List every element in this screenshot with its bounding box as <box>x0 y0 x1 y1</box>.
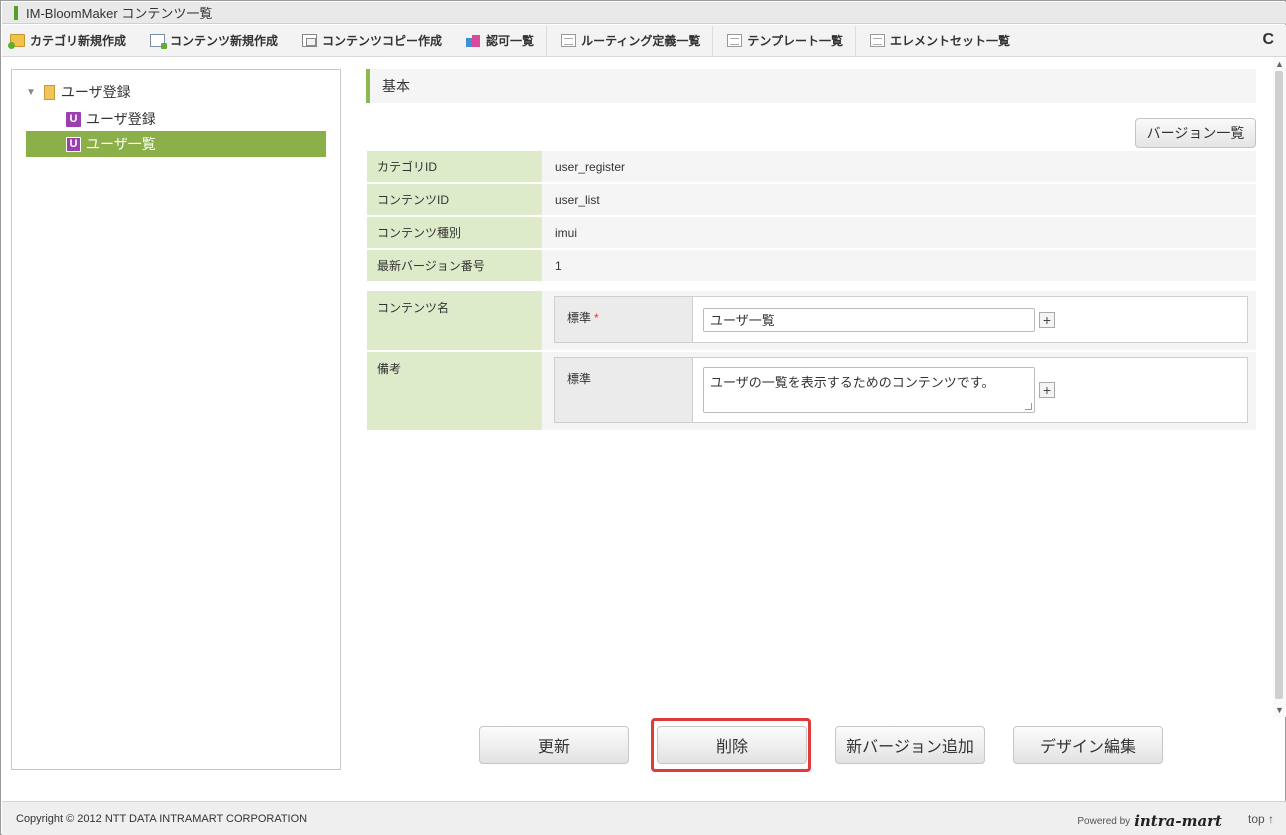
form-value-cell: 標準 * ユーザ一覧 + <box>542 291 1256 350</box>
info-value: user_list <box>542 184 1256 215</box>
copy-content-button[interactable]: コンテンツコピー作成 <box>302 32 442 49</box>
info-value: imui <box>542 217 1256 248</box>
back-to-top-link[interactable]: top ↑ <box>1248 812 1274 826</box>
list-icon <box>870 34 885 47</box>
info-key: コンテンツID <box>367 184 542 215</box>
form-row-content-name: コンテンツ名 標準 * ユーザ一覧 + <box>367 291 1256 350</box>
remarks-textarea[interactable]: ユーザの一覧を表示するためのコンテンツです。 <box>703 367 1035 413</box>
tree-root-category[interactable]: ▼ ユーザ登録 <box>26 82 131 102</box>
create-category-button[interactable]: カテゴリ新規作成 <box>8 32 127 49</box>
locale-label: 標準 <box>555 358 693 422</box>
info-key: カテゴリID <box>367 151 542 182</box>
copy-content-label: コンテンツコピー作成 <box>322 34 443 48</box>
update-button[interactable]: 更新 <box>479 726 629 764</box>
info-value: user_register <box>542 151 1256 182</box>
locale-name: 標準 <box>567 311 592 325</box>
element-set-list-label: エレメントセット一覧 <box>890 34 1011 48</box>
tree-item-label: ユーザ一覧 <box>86 136 156 152</box>
content-name-label: コンテンツ名 <box>367 291 542 350</box>
info-key: コンテンツ種別 <box>367 217 542 248</box>
intra-mart-logo: intra-mart <box>1134 812 1222 830</box>
tree-item-label: ユーザ登録 <box>86 111 156 127</box>
form-value-cell: 標準 ユーザの一覧を表示するためのコンテンツです。 + <box>542 352 1256 430</box>
content-name-input[interactable]: ユーザ一覧 <box>703 307 1035 332</box>
document-add-icon <box>150 34 168 49</box>
powered-by: Powered by intra-mart <box>1077 812 1222 830</box>
info-row-category-id: カテゴリID user_register <box>367 151 1256 182</box>
toolbar-divider <box>712 25 714 56</box>
section-header: 基本 <box>366 69 1256 103</box>
folder-add-icon <box>8 34 25 49</box>
content-info-table: カテゴリID user_register コンテンツID user_list コ… <box>367 151 1256 283</box>
section-title: 基本 <box>382 78 410 94</box>
template-list-label: テンプレート一覧 <box>747 34 843 48</box>
tree-item-user-list[interactable]: U ユーザ一覧 <box>26 131 326 157</box>
app-window: IM-BloomMaker コンテンツ一覧 カテゴリ新規作成 コンテンツ新規作成… <box>0 0 1286 835</box>
scroll-down-icon[interactable]: ▼ <box>1275 705 1284 715</box>
powered-by-text: Powered by <box>1077 815 1131 827</box>
routing-list-label: ルーティング定義一覧 <box>581 34 701 48</box>
routing-list-button[interactable]: ルーティング定義一覧 <box>561 32 700 49</box>
info-value: 1 <box>542 250 1256 281</box>
authorization-icon <box>466 34 481 47</box>
edit-design-button[interactable]: デザイン編集 <box>1013 726 1163 764</box>
copy-icon <box>302 34 318 47</box>
add-locale-button[interactable]: + <box>1039 382 1055 398</box>
resize-grip-icon[interactable] <box>1025 403 1032 410</box>
scroll-thumb[interactable] <box>1275 71 1283 699</box>
toolbar-divider <box>855 25 856 56</box>
element-set-list-button[interactable]: エレメントセット一覧 <box>870 32 1010 49</box>
vertical-scrollbar[interactable]: ▲ ▼ <box>1273 57 1286 717</box>
create-content-button[interactable]: コンテンツ新規作成 <box>150 32 278 49</box>
folder-icon <box>43 84 55 100</box>
tree-root-label: ユーザ登録 <box>60 84 131 100</box>
list-icon <box>561 34 577 47</box>
template-list-button[interactable]: テンプレート一覧 <box>727 32 843 49</box>
add-new-version-button[interactable]: 新バージョン追加 <box>835 726 985 764</box>
tree-item-user-register[interactable]: U ユーザ登録 <box>26 106 326 132</box>
scroll-up-icon[interactable]: ▲ <box>1275 59 1284 69</box>
required-mark: * <box>594 311 599 325</box>
create-content-label: コンテンツ新規作成 <box>170 34 279 48</box>
locale-label: 標準 * <box>555 297 693 342</box>
locale-entry: 標準 ユーザの一覧を表示するためのコンテンツです。 + <box>554 357 1248 423</box>
content-detail-panel: 基本 バージョン一覧 カテゴリID user_register コンテンツID … <box>356 59 1271 799</box>
locale-entry: 標準 * ユーザ一覧 + <box>554 296 1248 343</box>
content-tree: ▼ ユーザ登録 U ユーザ登録 U ユーザ一覧 <box>11 69 341 770</box>
info-row-content-type: コンテンツ種別 imui <box>367 217 1256 248</box>
window-title: IM-BloomMaker コンテンツ一覧 <box>26 6 213 21</box>
toolbar: カテゴリ新規作成 コンテンツ新規作成 コンテンツコピー作成 認可一覧 ルーティン… <box>2 25 1286 57</box>
title-bar: IM-BloomMaker コンテンツ一覧 <box>2 2 1286 24</box>
footer: Copyright © 2012 NTT DATA INTRAMART CORP… <box>2 801 1286 835</box>
app-logo-icon <box>14 5 18 20</box>
add-locale-button[interactable]: + <box>1039 311 1055 328</box>
copyright-text: Copyright © 2012 NTT DATA INTRAMART CORP… <box>16 813 308 825</box>
locale-value: ユーザの一覧を表示するためのコンテンツです。 + <box>693 358 1247 422</box>
form-row-remarks: 備考 標準 ユーザの一覧を表示するためのコンテンツです。 + <box>367 352 1256 430</box>
list-icon <box>727 34 743 47</box>
refresh-icon[interactable]: C <box>1262 31 1274 49</box>
collapse-triangle-icon[interactable]: ▼ <box>26 87 36 98</box>
authorization-list-button[interactable]: 認可一覧 <box>466 32 534 49</box>
version-list-button[interactable]: バージョン一覧 <box>1135 118 1256 148</box>
content-form: コンテンツ名 標準 * ユーザ一覧 + 備考 標準 ユーザの一覧を表示するための… <box>367 291 1256 432</box>
create-category-label: カテゴリ新規作成 <box>30 34 127 48</box>
info-row-content-id: コンテンツID user_list <box>367 184 1256 215</box>
imui-content-icon: U <box>66 136 81 152</box>
remarks-label: 備考 <box>367 352 542 430</box>
info-row-latest-version: 最新バージョン番号 1 <box>367 250 1256 281</box>
locale-value: ユーザ一覧 + <box>693 297 1247 342</box>
delete-highlight-box <box>651 718 811 772</box>
info-key: 最新バージョン番号 <box>367 250 542 281</box>
locale-name: 標準 <box>567 372 592 386</box>
authorization-list-label: 認可一覧 <box>486 34 535 48</box>
toolbar-divider <box>546 25 548 56</box>
imui-content-icon: U <box>66 111 81 127</box>
remarks-text: ユーザの一覧を表示するためのコンテンツです。 <box>710 375 995 390</box>
